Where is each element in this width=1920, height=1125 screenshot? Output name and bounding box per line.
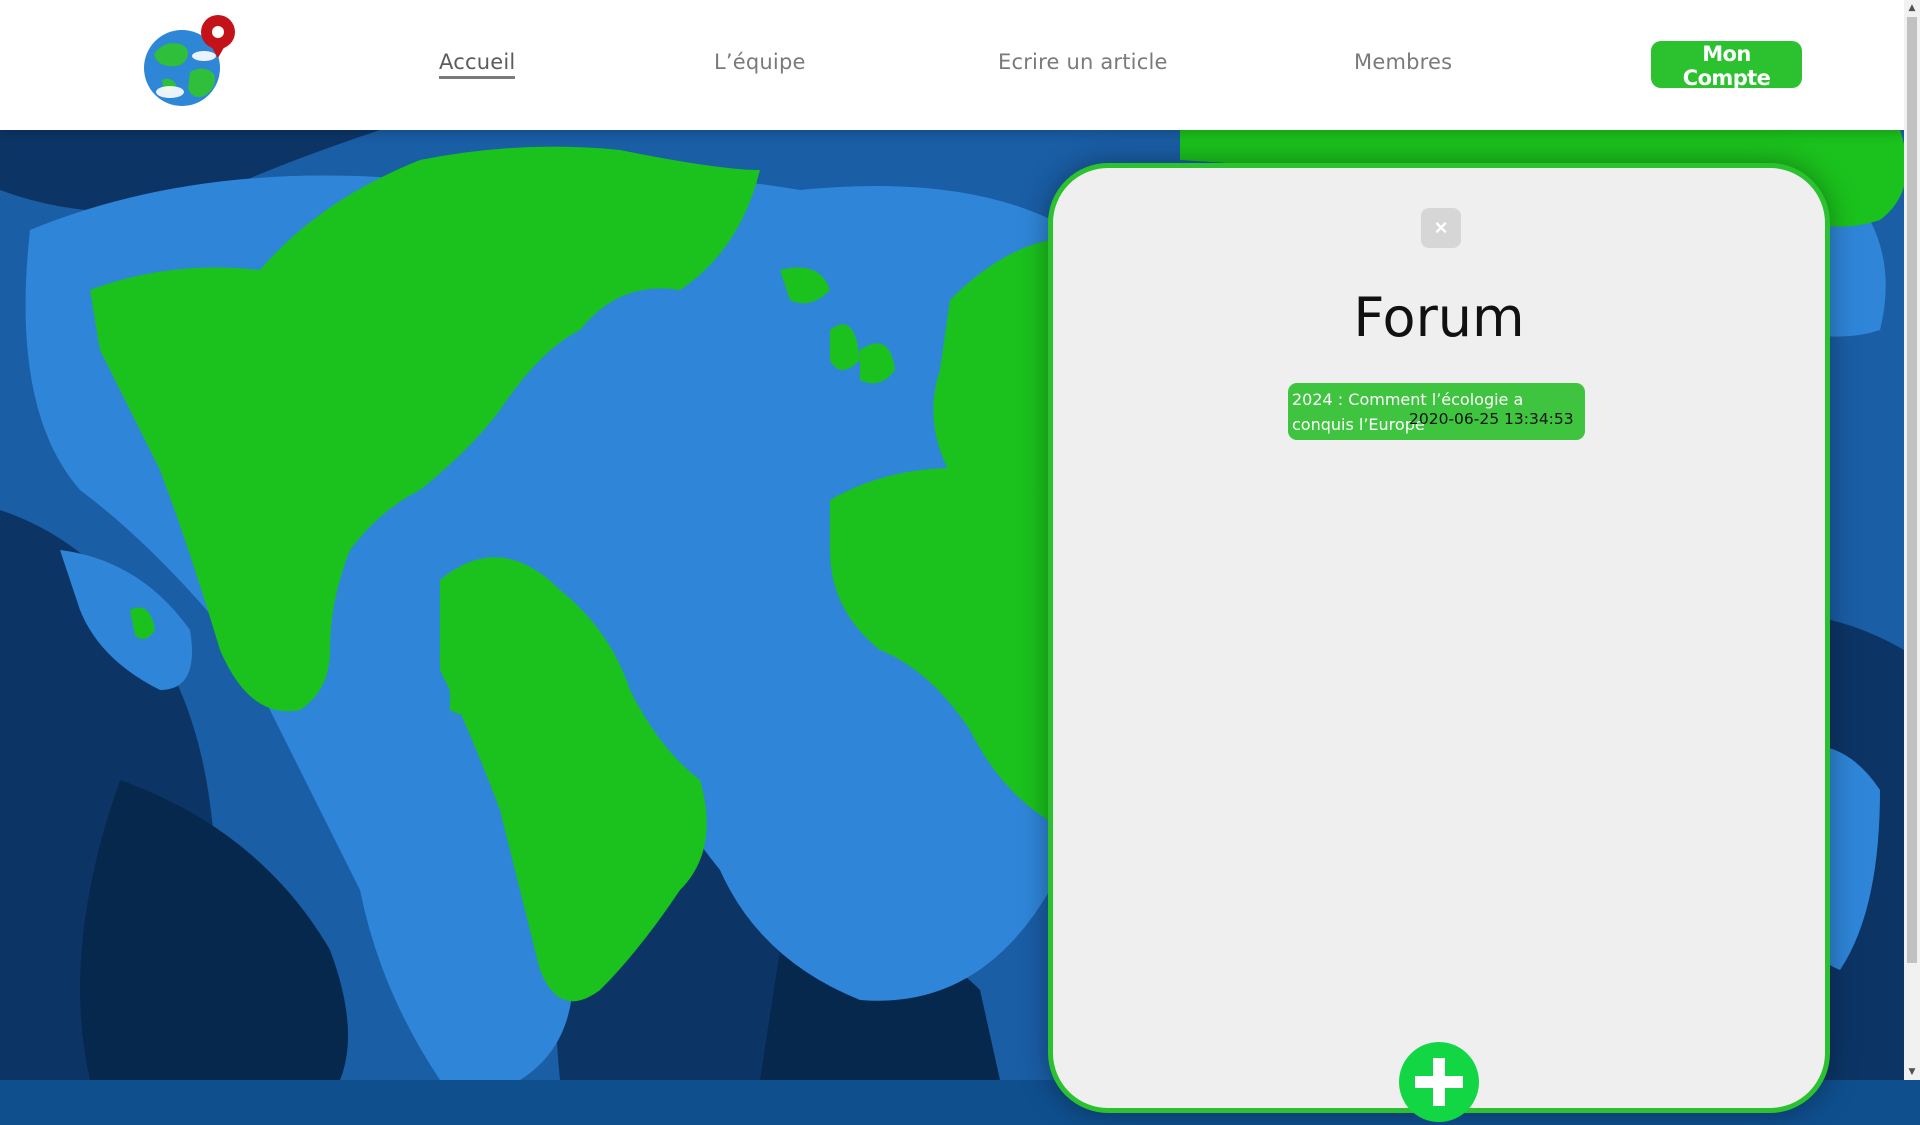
mon-compte-button[interactable]: Mon Compte	[1651, 41, 1802, 90]
close-button[interactable]: ×	[1421, 208, 1461, 248]
plus-icon	[1415, 1058, 1463, 1106]
globe-pin-icon	[144, 15, 235, 106]
topic-date: 2020-06-25 13:34:53	[1409, 410, 1574, 428]
add-topic-button[interactable]	[1399, 1042, 1479, 1122]
nav-accueil[interactable]: Accueil	[439, 50, 516, 79]
scroll-up-icon[interactable]: ▲	[1904, 0, 1920, 16]
site-logo[interactable]	[140, 14, 240, 110]
nav-membres[interactable]: Membres	[1354, 50, 1452, 74]
scroll-thumb[interactable]	[1907, 17, 1917, 963]
nav-equipe[interactable]: L’équipe	[714, 50, 806, 74]
forum-title: Forum	[1353, 286, 1525, 349]
page-scrollbar[interactable]: ▲ ▼	[1904, 0, 1920, 1080]
forum-panel: × Forum 2024 : Comment l’écologie a conq…	[1048, 163, 1830, 1122]
top-navbar: Accueil L’équipe Ecrire un article Membr…	[0, 0, 1904, 130]
forum-topic-item[interactable]: 2024 : Comment l’écologie a conquis l’Eu…	[1288, 383, 1585, 440]
scroll-down-icon[interactable]: ▼	[1904, 1064, 1920, 1080]
nav-ecrire-article[interactable]: Ecrire un article	[998, 50, 1168, 74]
